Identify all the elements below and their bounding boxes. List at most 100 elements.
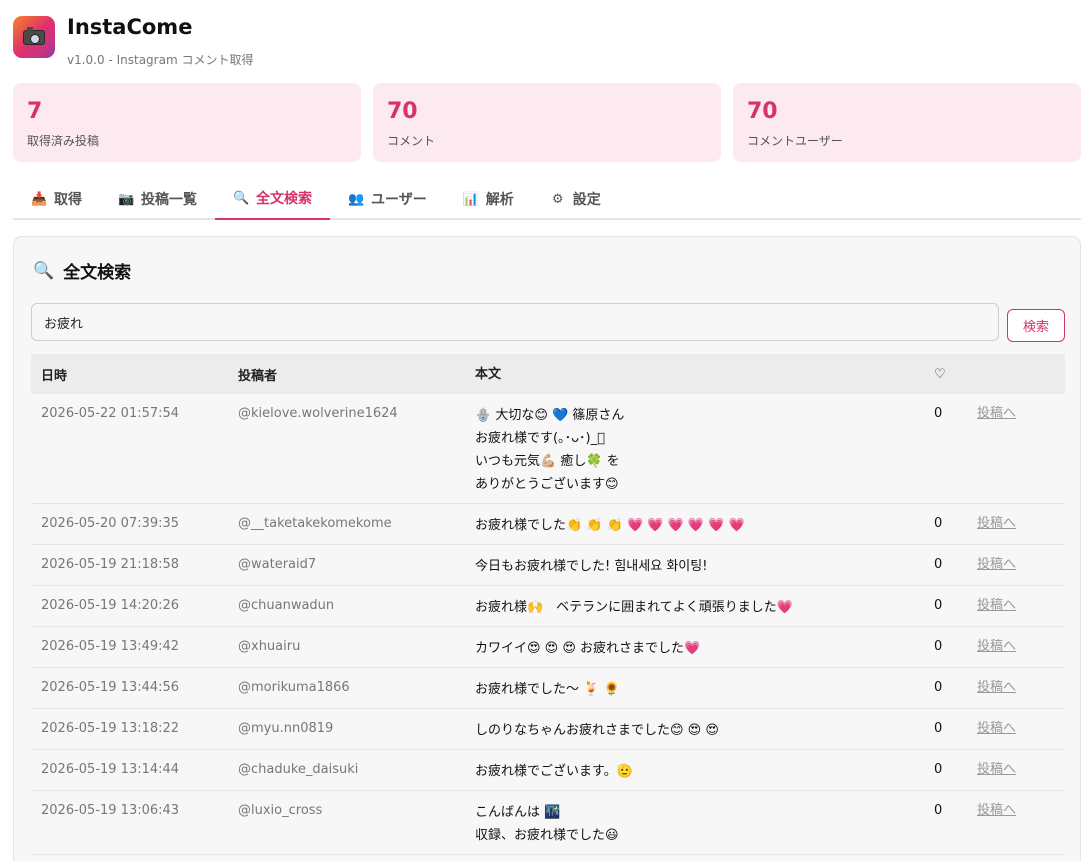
go-to-post-link[interactable]: 投稿へ	[977, 406, 1016, 421]
table-row: 2026-05-19 13:06:43 @luxio_cross こんばんは 🌃 収録…	[31, 791, 1065, 855]
comment-body: カワイイ😍 😍 😍 お疲れさまでした💗	[475, 627, 934, 667]
search-panel: 🔍 全文検索 検索 日時 投稿者 本文 ♡ 2026-05-22 01:57:5…	[13, 236, 1081, 861]
comment-line: 今日もお疲れ様でした! 힘내세요 화이팅!	[475, 559, 708, 574]
table-row: 2026-05-19 21:18:58 @wateraid7 今日もお疲れ様でした!…	[31, 545, 1065, 586]
stat-card-comments: 70 コメント	[373, 83, 721, 162]
comment-body: お疲れ様でした👏 👏 👏 💗 💗 💗 💗 💗 💗	[475, 504, 934, 544]
go-to-post-link[interactable]: 投稿へ	[977, 803, 1016, 818]
like-count: 0	[934, 762, 943, 777]
results-table: 日時 投稿者 本文 ♡ 2026-05-22 01:57:54 @kielove.…	[31, 354, 1065, 861]
go-to-post-link[interactable]: 投稿へ	[977, 557, 1016, 572]
tab-label: 投稿一覧	[141, 192, 197, 208]
comment-body: 🪬 大切な😊 💙 篠原さん お疲れ様です(｡･ᴗ･)_🏼 いつも元気💪🏼 癒し🍀 を…	[475, 394, 934, 503]
comment-author: @__taketakekomekome	[238, 516, 392, 531]
comment-author: @morikuma1866	[238, 680, 350, 695]
comment-date: 2026-05-19 21:18:58	[41, 557, 180, 572]
stat-value: 7	[27, 99, 43, 124]
comment-author: @xhuairu	[238, 639, 301, 654]
comment-body: こんばんは 🌃 収録、お疲れ様でした😃	[475, 791, 934, 854]
tab-fetch[interactable]: 📥 取得	[13, 178, 100, 220]
stat-card-posts: 7 取得済み投稿	[13, 83, 361, 162]
comment-line: お疲れ様🙌 ベテランに囲まれてよく頑張りました💗	[475, 600, 793, 615]
comment-date: 2026-05-19 14:20:26	[41, 598, 180, 613]
table-body: 2026-05-22 01:57:54 @kielove.wolverine162…	[31, 394, 1065, 861]
go-to-post-link[interactable]: 投稿へ	[977, 516, 1016, 531]
column-header-user: 投稿者	[238, 368, 278, 384]
gear-icon: ⚙	[551, 191, 564, 207]
comment-author: @myu.nn0819	[238, 721, 334, 736]
camera-icon	[13, 16, 55, 58]
comment-body: しのりなちゃんお疲れさまでした😊 😍 😍	[475, 709, 934, 749]
comment-body: お疲れ様です！	[475, 855, 934, 861]
tab-label: 設定	[572, 192, 601, 208]
stat-label: コメントユーザー	[747, 134, 843, 148]
panel-title-text: 全文検索	[63, 263, 132, 283]
stat-card-users: 70 コメントユーザー	[733, 83, 1081, 162]
comment-line: お疲れ様でございます。🫡	[475, 764, 633, 779]
comment-body: お疲れ様でございます。🫡	[475, 750, 934, 790]
table-row: 2026-05-19 13:49:42 @xhuairu カワイイ😍 😍 😍 お疲れ…	[31, 627, 1065, 668]
tab-analysis[interactable]: 📊 解析	[445, 178, 532, 220]
like-count: 0	[934, 598, 943, 613]
app-title: InstaCome	[67, 15, 193, 39]
stat-label: 取得済み投稿	[27, 134, 100, 148]
search-icon: 🔍	[33, 260, 55, 281]
like-count: 0	[934, 516, 943, 531]
go-to-post-link[interactable]: 投稿へ	[977, 680, 1016, 695]
panel-title: 🔍 全文検索	[33, 258, 132, 284]
comment-body: お疲れ様🙌 ベテランに囲まれてよく頑張りました💗	[475, 586, 934, 626]
comment-line: お疲れ様です(｡･ᴗ･)_🏼	[475, 431, 605, 446]
go-to-post-link[interactable]: 投稿へ	[977, 598, 1016, 613]
column-header-body: 本文	[475, 366, 502, 382]
table-row: 2026-05-19 12:36:18@shinoriお疲れ様です！0投稿へ	[31, 855, 1065, 861]
like-count: 0	[934, 680, 943, 695]
comment-line: ありがとうございます😊	[475, 477, 619, 492]
stats-row: 7 取得済み投稿 70 コメント 70 コメントユーザー	[13, 83, 1081, 162]
tab-users[interactable]: 👥 ユーザー	[330, 178, 445, 220]
stat-label: コメント	[387, 134, 436, 148]
go-to-post-link[interactable]: 投稿へ	[977, 639, 1016, 654]
comment-author: @shinori	[238, 855, 475, 861]
tab-fulltext-search[interactable]: 🔍 全文検索	[215, 178, 330, 220]
comment-author: @chaduke_daisuki	[238, 762, 359, 777]
like-count: 0	[934, 721, 943, 736]
comment-line: こんばんは 🌃	[475, 805, 561, 820]
tab-label: 取得	[54, 192, 82, 208]
comment-date: 2026-05-19 12:36:18	[31, 855, 238, 861]
comment-date: 2026-05-19 13:06:43	[41, 803, 180, 818]
search-button[interactable]: 検索	[1007, 309, 1065, 342]
camera-icon: 📷	[118, 191, 135, 207]
like-count: 0	[934, 639, 943, 654]
users-icon: 👥	[348, 191, 365, 207]
comment-date: 2026-05-22 01:57:54	[41, 406, 180, 421]
comment-line: 収録、お疲れ様でした😃	[475, 828, 619, 843]
go-to-post-link[interactable]: 投稿へ	[977, 762, 1016, 777]
comment-author: @chuanwadun	[238, 598, 335, 613]
comment-date: 2026-05-19 13:14:44	[41, 762, 180, 777]
search-input[interactable]	[31, 303, 999, 341]
comment-line: 🪬 大切な😊 💙 篠原さん	[475, 408, 625, 423]
stat-value: 70	[747, 99, 778, 124]
like-count: 0	[934, 855, 977, 861]
tab-settings[interactable]: ⚙ 設定	[532, 178, 619, 220]
bar-chart-icon: 📊	[462, 191, 479, 207]
search-icon: 🔍	[233, 190, 250, 206]
tab-label: ユーザー	[371, 192, 427, 208]
table-row: 2026-05-19 13:14:44 @chaduke_daisuki お疲れ様で…	[31, 750, 1065, 791]
table-row: 2026-05-19 14:20:26 @chuanwadun お疲れ様🙌 ベテラン…	[31, 586, 1065, 627]
table-row: 2026-05-20 07:39:35 @__taketakekomekome お疲…	[31, 504, 1065, 545]
like-count: 0	[934, 557, 943, 572]
comment-line: お疲れ様でした〜 🍹 🌻	[475, 682, 620, 697]
table-row: 2026-05-19 13:18:22 @myu.nn0819 しのりなちゃんお疲れ…	[31, 709, 1065, 750]
go-to-post-link[interactable]: 投稿へ	[977, 721, 1016, 736]
column-header-likes: ♡	[934, 366, 946, 382]
comment-date: 2026-05-19 13:49:42	[41, 639, 180, 654]
tab-posts[interactable]: 📷 投稿一覧	[100, 178, 215, 220]
comment-body: 今日もお疲れ様でした! 힘내세요 화이팅!	[475, 545, 934, 585]
stat-value: 70	[387, 99, 418, 124]
comment-date: 2026-05-19 13:44:56	[41, 680, 180, 695]
comment-author: @wateraid7	[238, 557, 317, 572]
inbox-icon: 📥	[31, 191, 48, 207]
comment-line: しのりなちゃんお疲れさまでした😊 😍 😍	[475, 723, 719, 738]
comment-date: 2026-05-20 07:39:35	[41, 516, 180, 531]
